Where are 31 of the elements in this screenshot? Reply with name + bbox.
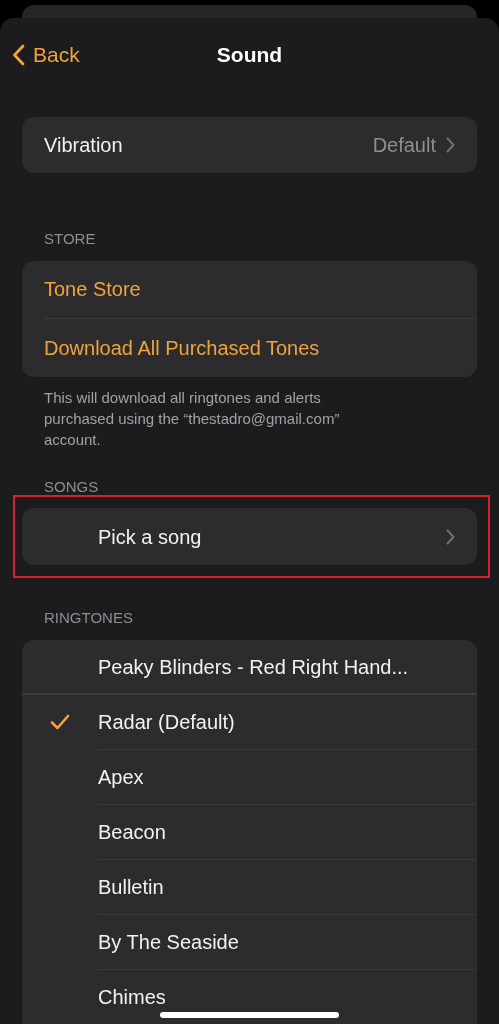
chevron-right-icon — [446, 528, 455, 545]
ringtone-name: Apex — [98, 765, 144, 790]
store-link[interactable]: Download All Purchased Tones — [44, 318, 477, 377]
ringtone-row[interactable]: Peaky Blinders - Red Right Hand... — [22, 639, 477, 695]
back-chevron-icon — [12, 44, 25, 66]
ringtone-row[interactable]: Chimes — [22, 969, 477, 1024]
ringtone-name: By The Seaside — [98, 930, 239, 955]
back-button[interactable]: Back — [12, 39, 80, 71]
ringtone-row[interactable]: Bulletin — [22, 859, 477, 915]
ringtone-row[interactable]: By The Seaside — [22, 914, 477, 970]
vibration-label: Vibration — [44, 133, 124, 158]
page-title: Sound — [216, 42, 283, 69]
ringtone-name: Chimes — [98, 985, 166, 1010]
pick-song-label: Pick a song — [98, 524, 203, 550]
section-header: STORE — [43, 229, 97, 249]
ringtone-name: Bulletin — [98, 875, 164, 900]
section-header: RINGTONES — [43, 608, 134, 628]
ringtone-row[interactable]: Apex — [22, 749, 477, 805]
checkmark-icon — [50, 714, 70, 730]
ringtone-name: Beacon — [98, 820, 166, 845]
ringtone-row[interactable]: Radar (Default) — [22, 694, 477, 750]
ringtone-name: Peaky Blinders - Red Right Hand... — [98, 655, 409, 680]
vibration-row[interactable]: Vibration Default — [22, 117, 477, 173]
pick-song-row[interactable]: Pick a song — [22, 508, 477, 565]
ringtone-row[interactable]: Beacon — [22, 804, 477, 860]
store-link[interactable]: Tone Store — [44, 260, 477, 319]
vibration-value: Default — [372, 133, 436, 158]
chevron-right-icon — [446, 137, 455, 153]
store-footer: This will download all ringtones and alerts purchased using the “thestadro@gmail.com” account. — [22, 386, 477, 450]
ringtone-name: Radar (Default) — [98, 710, 235, 735]
section-header: SONGS — [43, 476, 100, 497]
